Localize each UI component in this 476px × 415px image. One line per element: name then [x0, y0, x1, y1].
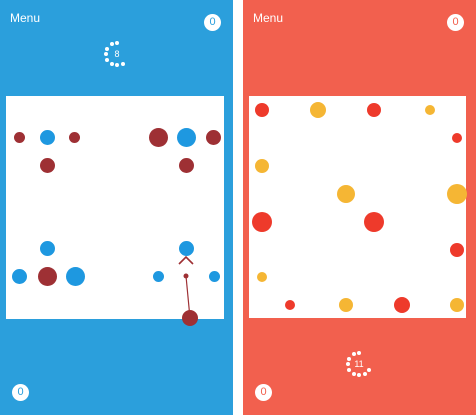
drag-origin-dot [183, 273, 189, 279]
top-score-badge: 0 [204, 14, 221, 31]
yellow-dot[interactable] [255, 159, 269, 173]
timer-value: 8 [114, 49, 120, 59]
red-dot[interactable] [367, 103, 381, 117]
dragged-dot [182, 310, 198, 326]
drag-indicator [178, 255, 198, 326]
yellow-dot[interactable] [447, 184, 467, 204]
chevron-up-icon [178, 255, 194, 265]
countdown-timer: 8 [103, 40, 131, 68]
game-board[interactable] [249, 96, 467, 318]
red-dot[interactable] [394, 297, 410, 313]
menu-button[interactable]: Menu [10, 11, 40, 25]
yellow-dot[interactable] [310, 102, 326, 118]
red-dot[interactable] [285, 300, 295, 310]
red-dot[interactable] [364, 212, 384, 232]
bottom-score-badge: 0 [12, 384, 29, 401]
countdown-timer: 11 [345, 350, 373, 378]
yellow-dot[interactable] [425, 105, 435, 115]
red-dot[interactable] [255, 103, 269, 117]
top-score-badge: 0 [447, 14, 464, 31]
right-game-screen: Menu 0 11 0 [243, 0, 476, 415]
red-dot[interactable] [450, 243, 464, 257]
menu-button[interactable]: Menu [253, 11, 283, 25]
bottom-score-badge: 0 [255, 384, 272, 401]
red-dot[interactable] [252, 212, 272, 232]
yellow-dot[interactable] [257, 272, 267, 282]
yellow-dot[interactable] [450, 298, 464, 312]
yellow-dot[interactable] [339, 298, 353, 312]
left-game-screen: Menu 0 8 0 [0, 0, 233, 415]
red-dot[interactable] [452, 133, 462, 143]
timer-value: 11 [354, 359, 364, 369]
yellow-dot[interactable] [337, 185, 355, 203]
game-board[interactable] [6, 96, 224, 326]
